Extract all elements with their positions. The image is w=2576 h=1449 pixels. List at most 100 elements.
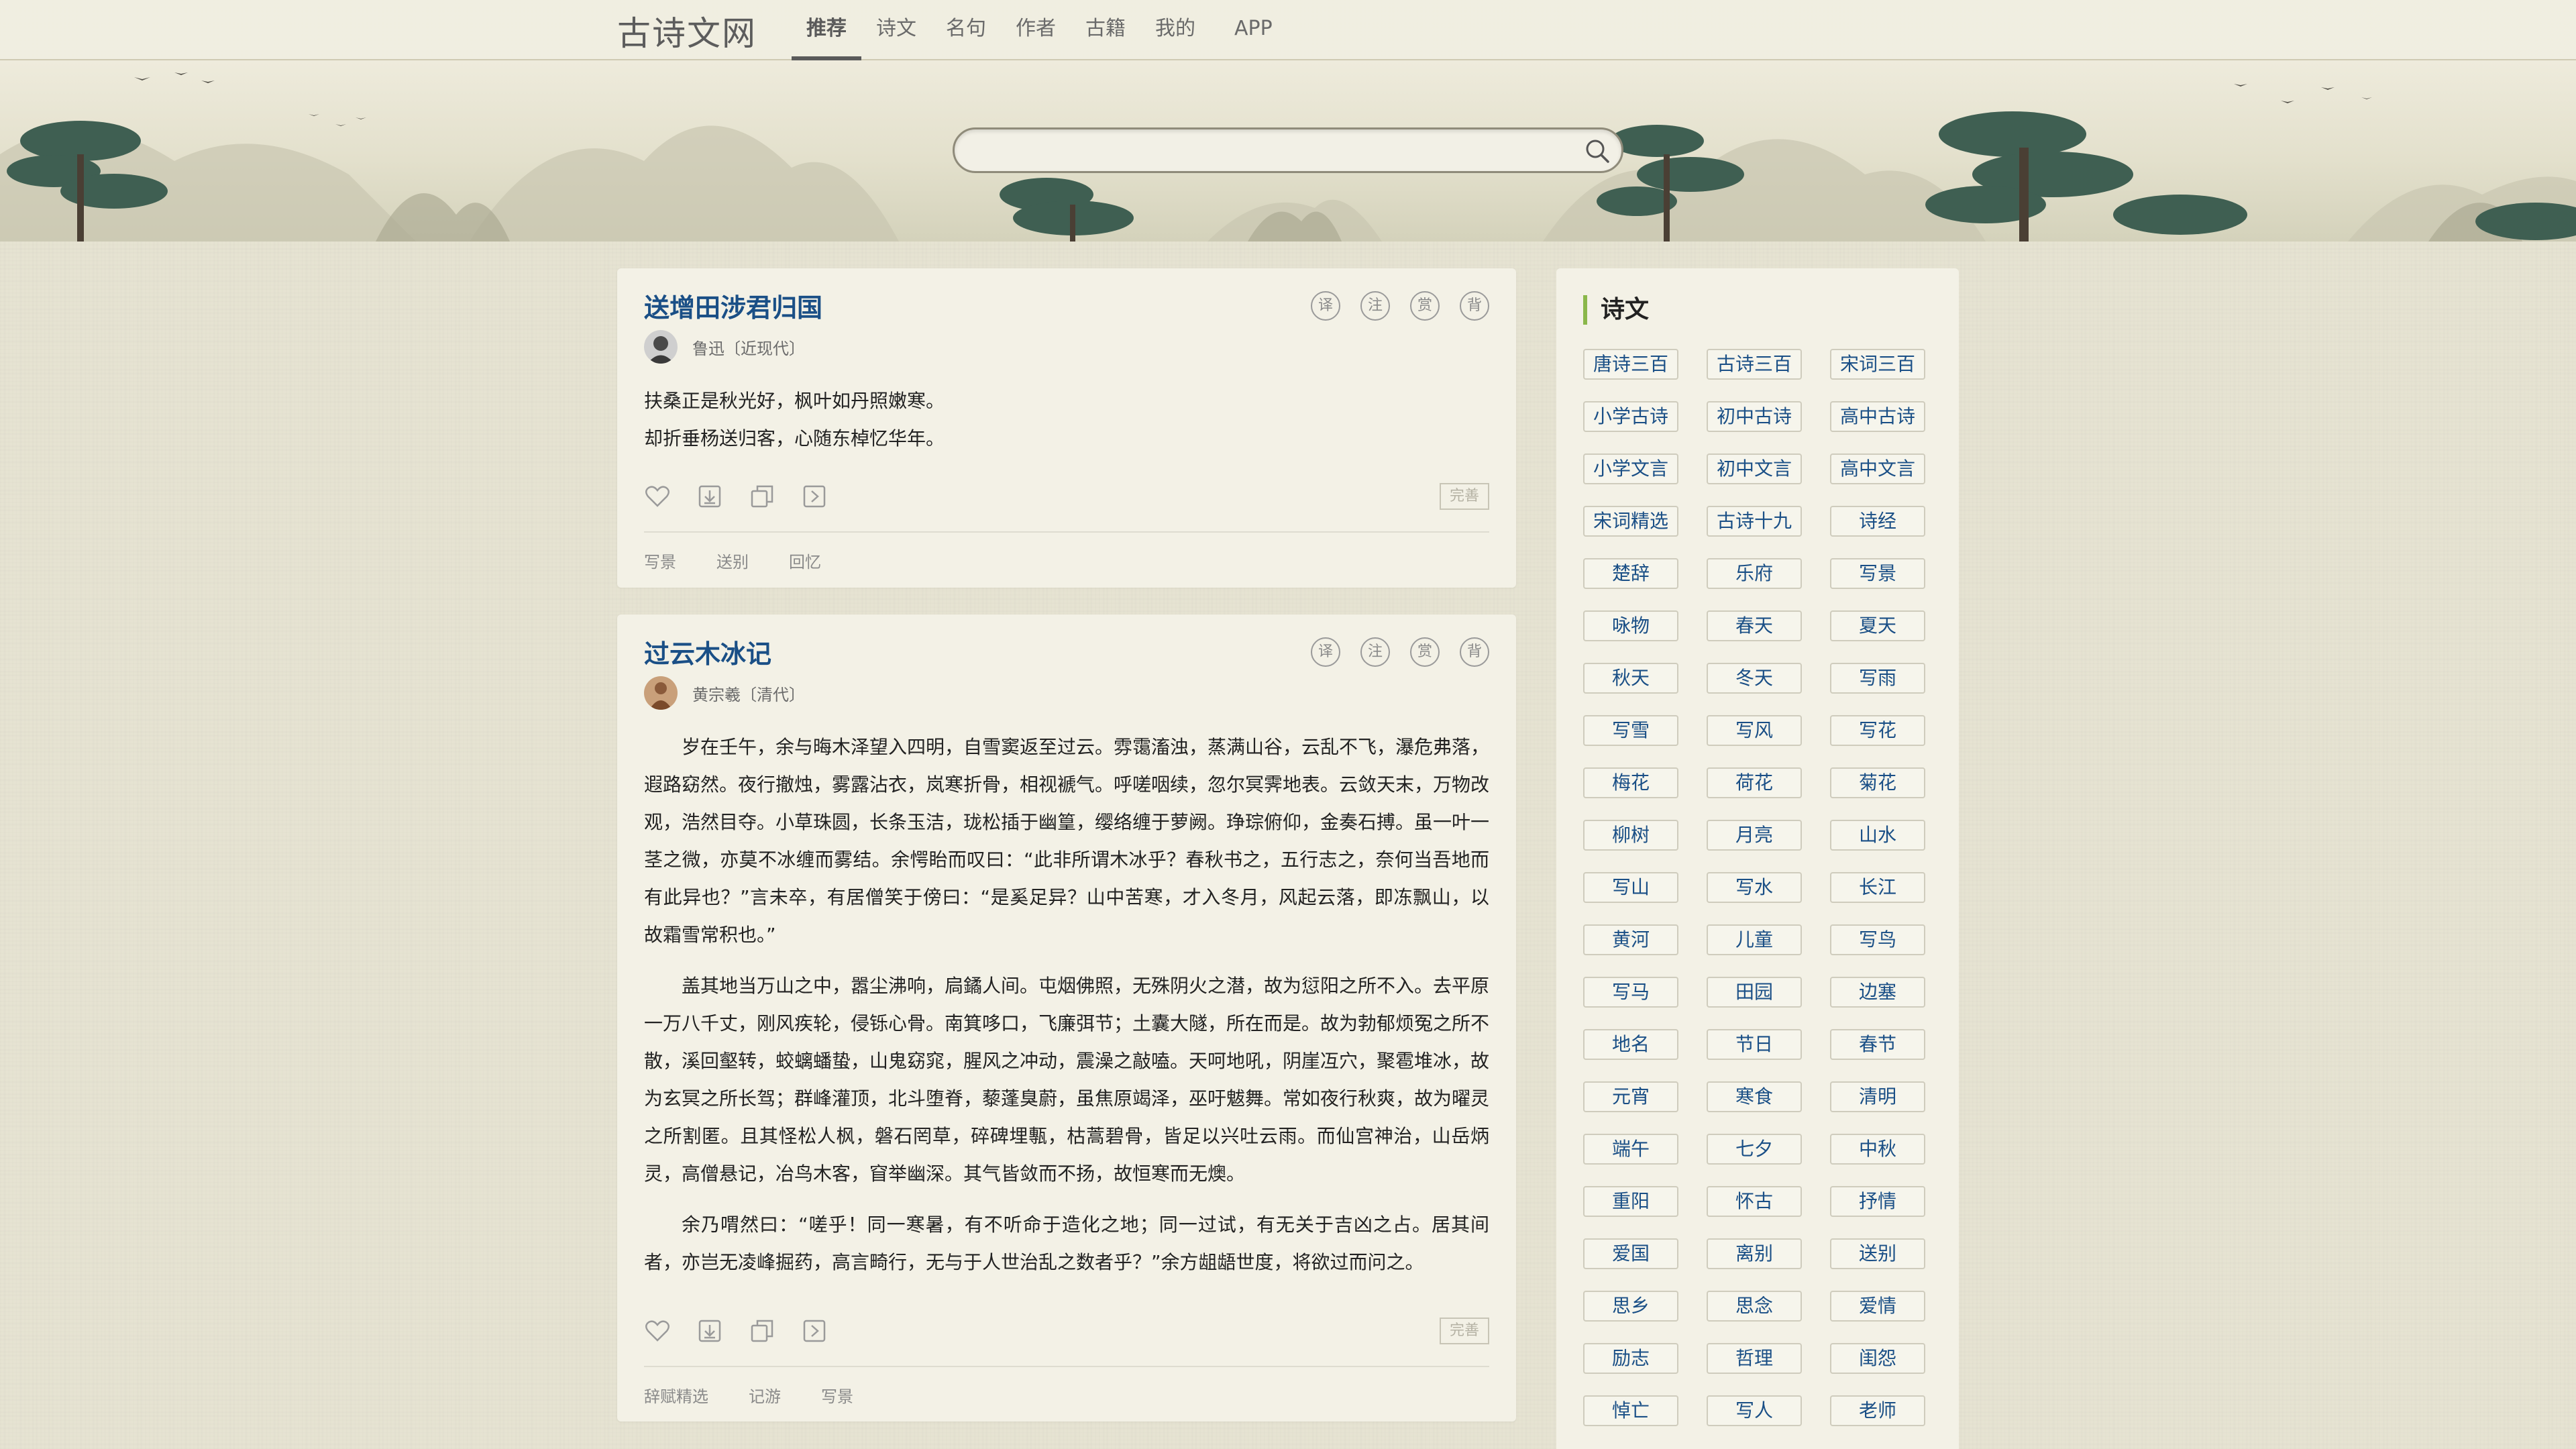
tag-link[interactable]: 记游 bbox=[749, 1383, 781, 1407]
category-link[interactable]: 悼亡 bbox=[1583, 1395, 1678, 1426]
category-link[interactable]: 爱国 bbox=[1583, 1238, 1678, 1269]
search-icon[interactable] bbox=[1582, 136, 1612, 166]
translate-button[interactable]: 译 bbox=[1311, 637, 1340, 667]
poem-title[interactable]: 送增田涉君归国 bbox=[644, 287, 822, 324]
category-link[interactable]: 梅花 bbox=[1583, 767, 1678, 798]
category-link[interactable]: 初中古诗 bbox=[1707, 401, 1802, 432]
category-link[interactable]: 冬天 bbox=[1707, 663, 1802, 694]
category-link[interactable]: 高中文言 bbox=[1830, 453, 1925, 484]
category-link[interactable]: 重阳 bbox=[1583, 1186, 1678, 1217]
expand-arrow-icon[interactable] bbox=[801, 1318, 828, 1344]
category-link[interactable]: 闺怨 bbox=[1830, 1343, 1925, 1374]
category-link[interactable]: 送别 bbox=[1830, 1238, 1925, 1269]
category-link[interactable]: 怀古 bbox=[1707, 1186, 1802, 1217]
recite-button[interactable]: 背 bbox=[1460, 291, 1489, 321]
category-link[interactable]: 古诗三百 bbox=[1707, 349, 1802, 380]
author-name[interactable]: 鲁迅〔近现代〕 bbox=[692, 335, 805, 359]
improve-button[interactable]: 完善 bbox=[1440, 1318, 1489, 1344]
tag-link[interactable]: 送别 bbox=[716, 549, 749, 572]
annotate-button[interactable]: 注 bbox=[1360, 291, 1390, 321]
nav-tab-famous-lines[interactable]: 名句 bbox=[931, 0, 1001, 60]
category-link[interactable]: 春节 bbox=[1830, 1029, 1925, 1060]
copy-icon[interactable] bbox=[749, 483, 775, 510]
category-link[interactable]: 柳树 bbox=[1583, 820, 1678, 851]
category-link[interactable]: 思乡 bbox=[1583, 1291, 1678, 1322]
category-link[interactable]: 秋天 bbox=[1583, 663, 1678, 694]
category-link[interactable]: 边塞 bbox=[1830, 977, 1925, 1008]
category-link[interactable]: 荷花 bbox=[1707, 767, 1802, 798]
category-link[interactable]: 唐诗三百 bbox=[1583, 349, 1678, 380]
download-icon[interactable] bbox=[696, 1318, 723, 1344]
category-link[interactable]: 古诗十九 bbox=[1707, 506, 1802, 537]
category-link[interactable]: 清明 bbox=[1830, 1081, 1925, 1112]
like-heart-icon[interactable] bbox=[644, 483, 671, 510]
category-link[interactable]: 写鸟 bbox=[1830, 924, 1925, 955]
category-link[interactable]: 山水 bbox=[1830, 820, 1925, 851]
category-link[interactable]: 写雨 bbox=[1830, 663, 1925, 694]
nav-tab-classics[interactable]: 古籍 bbox=[1071, 0, 1140, 60]
category-link[interactable]: 思念 bbox=[1707, 1291, 1802, 1322]
category-link[interactable]: 元宵 bbox=[1583, 1081, 1678, 1112]
nav-tab-poems[interactable]: 诗文 bbox=[861, 0, 931, 60]
tag-link[interactable]: 辞赋精选 bbox=[644, 1383, 708, 1407]
category-link[interactable]: 写山 bbox=[1583, 872, 1678, 903]
category-link[interactable]: 小学古诗 bbox=[1583, 401, 1678, 432]
category-link[interactable]: 哲理 bbox=[1707, 1343, 1802, 1374]
category-link[interactable]: 端午 bbox=[1583, 1134, 1678, 1165]
author-name[interactable]: 黄宗羲〔清代〕 bbox=[692, 682, 805, 705]
category-link[interactable]: 诗经 bbox=[1830, 506, 1925, 537]
category-link[interactable]: 抒情 bbox=[1830, 1186, 1925, 1217]
category-link[interactable]: 七夕 bbox=[1707, 1134, 1802, 1165]
category-link[interactable]: 宋词精选 bbox=[1583, 506, 1678, 537]
nav-tab-app[interactable]: APP bbox=[1220, 0, 1287, 60]
nav-tab-recommend[interactable]: 推荐 bbox=[792, 0, 861, 60]
tag-link[interactable]: 写景 bbox=[821, 1383, 853, 1407]
category-link[interactable]: 长江 bbox=[1830, 872, 1925, 903]
translate-button[interactable]: 译 bbox=[1311, 291, 1340, 321]
tag-link[interactable]: 写景 bbox=[644, 549, 676, 572]
category-link[interactable]: 写马 bbox=[1583, 977, 1678, 1008]
tag-link[interactable]: 回忆 bbox=[789, 549, 821, 572]
category-link[interactable]: 写风 bbox=[1707, 715, 1802, 746]
poem-title[interactable]: 过云木冰记 bbox=[644, 633, 771, 670]
category-link[interactable]: 写景 bbox=[1830, 558, 1925, 589]
category-link[interactable]: 老师 bbox=[1830, 1395, 1925, 1426]
category-link[interactable]: 夏天 bbox=[1830, 610, 1925, 641]
site-logo[interactable]: 古诗文网 bbox=[617, 7, 757, 55]
category-link[interactable]: 黄河 bbox=[1583, 924, 1678, 955]
category-link[interactable]: 写人 bbox=[1707, 1395, 1802, 1426]
author-avatar[interactable] bbox=[644, 676, 678, 710]
annotate-button[interactable]: 注 bbox=[1360, 637, 1390, 667]
category-link[interactable]: 写水 bbox=[1707, 872, 1802, 903]
category-link[interactable]: 小学文言 bbox=[1583, 453, 1678, 484]
category-link[interactable]: 宋词三百 bbox=[1830, 349, 1925, 380]
recite-button[interactable]: 背 bbox=[1460, 637, 1489, 667]
category-link[interactable]: 咏物 bbox=[1583, 610, 1678, 641]
category-link[interactable]: 励志 bbox=[1583, 1343, 1678, 1374]
nav-tab-authors[interactable]: 作者 bbox=[1001, 0, 1071, 60]
category-link[interactable]: 月亮 bbox=[1707, 820, 1802, 851]
category-link[interactable]: 节日 bbox=[1707, 1029, 1802, 1060]
search-input[interactable] bbox=[975, 135, 1552, 166]
category-link[interactable]: 地名 bbox=[1583, 1029, 1678, 1060]
category-link[interactable]: 楚辞 bbox=[1583, 558, 1678, 589]
category-link[interactable]: 儿童 bbox=[1707, 924, 1802, 955]
category-link[interactable]: 初中文言 bbox=[1707, 453, 1802, 484]
author-avatar[interactable] bbox=[644, 330, 678, 364]
copy-icon[interactable] bbox=[749, 1318, 775, 1344]
category-link[interactable]: 写雪 bbox=[1583, 715, 1678, 746]
category-link[interactable]: 中秋 bbox=[1830, 1134, 1925, 1165]
like-heart-icon[interactable] bbox=[644, 1318, 671, 1344]
download-icon[interactable] bbox=[696, 483, 723, 510]
category-link[interactable]: 田园 bbox=[1707, 977, 1802, 1008]
appreciate-button[interactable]: 赏 bbox=[1410, 637, 1440, 667]
category-link[interactable]: 高中古诗 bbox=[1830, 401, 1925, 432]
category-link[interactable]: 乐府 bbox=[1707, 558, 1802, 589]
improve-button[interactable]: 完善 bbox=[1440, 483, 1489, 510]
nav-tab-mine[interactable]: 我的 bbox=[1140, 0, 1210, 60]
category-link[interactable]: 写花 bbox=[1830, 715, 1925, 746]
category-link[interactable]: 春天 bbox=[1707, 610, 1802, 641]
category-link[interactable]: 离别 bbox=[1707, 1238, 1802, 1269]
category-link[interactable]: 菊花 bbox=[1830, 767, 1925, 798]
expand-arrow-icon[interactable] bbox=[801, 483, 828, 510]
